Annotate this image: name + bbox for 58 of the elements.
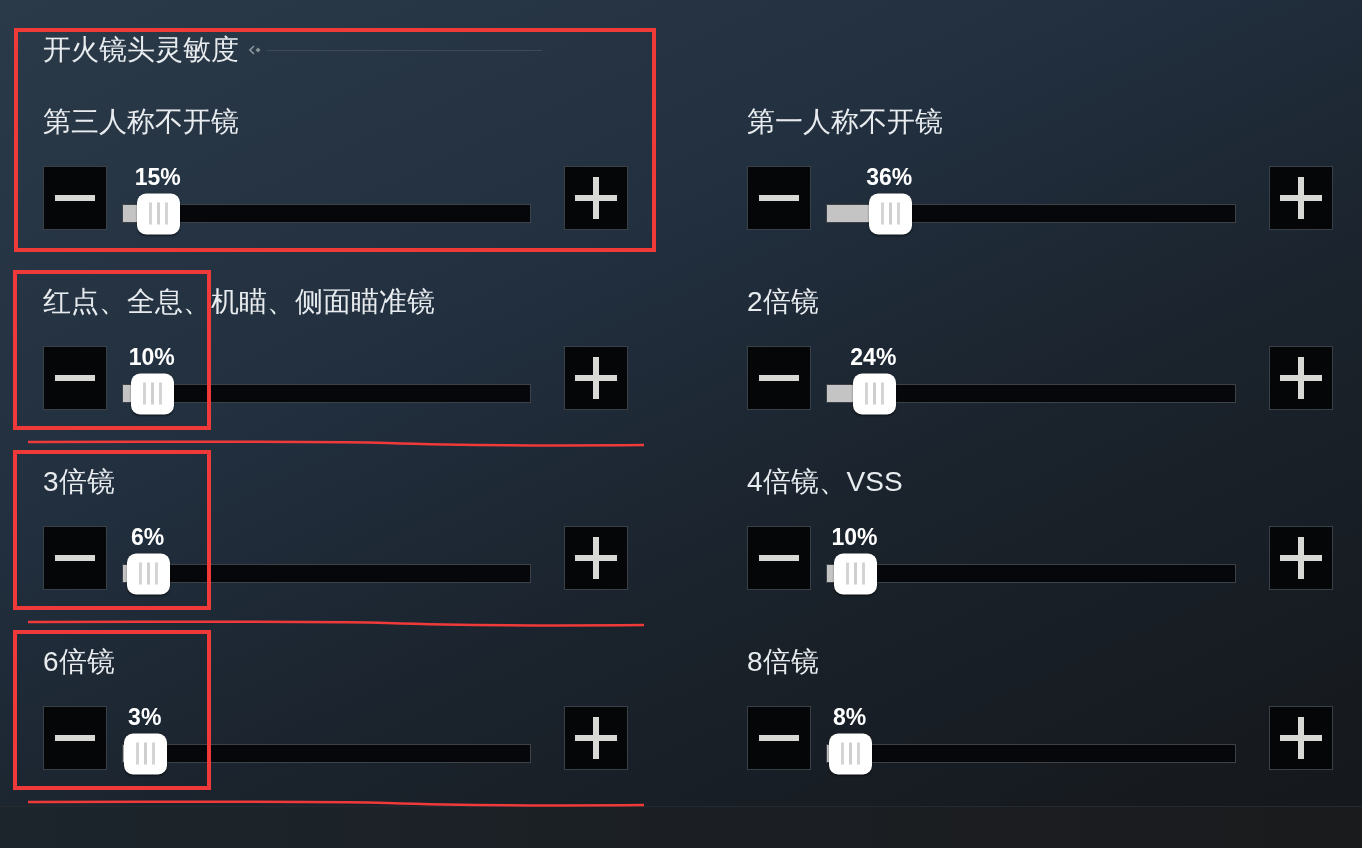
minus-icon	[55, 555, 95, 561]
slider-thumb[interactable]	[131, 373, 175, 414]
chevron-icon	[249, 45, 261, 55]
slider-value: 24%	[850, 344, 897, 370]
increase-button[interactable]	[564, 706, 628, 770]
slider-thumb[interactable]	[127, 553, 171, 594]
minus-icon	[55, 375, 95, 381]
decrease-button[interactable]	[43, 166, 107, 230]
increase-button[interactable]	[1269, 166, 1333, 230]
decrease-button[interactable]	[43, 526, 107, 590]
increase-button[interactable]	[564, 346, 628, 410]
decrease-button[interactable]	[747, 706, 811, 770]
section-title: 开火镜头灵敏度	[43, 33, 239, 67]
plus-icon	[575, 537, 617, 579]
plus-icon	[1280, 537, 1322, 579]
slider-value: 3%	[128, 704, 162, 730]
slider-label: 红点、全息、机瞄、侧面瞄准镜	[43, 285, 435, 319]
plus-icon	[1280, 717, 1322, 759]
increase-button[interactable]	[1269, 526, 1333, 590]
slider-label: 8倍镜	[747, 645, 819, 679]
increase-button[interactable]	[564, 526, 628, 590]
decrease-button[interactable]	[747, 526, 811, 590]
slider-label: 第三人称不开镜	[43, 105, 239, 139]
decrease-button[interactable]	[747, 346, 811, 410]
slider-label: 4倍镜、VSS	[747, 465, 903, 499]
slider-thumb[interactable]	[124, 733, 168, 774]
minus-icon	[759, 735, 799, 741]
decrease-button[interactable]	[43, 346, 107, 410]
slider-value: 10%	[128, 344, 175, 370]
slider-value: 15%	[134, 164, 181, 190]
slider-label: 2倍镜	[747, 285, 819, 319]
minus-icon	[55, 195, 95, 201]
slider-label: 第一人称不开镜	[747, 105, 943, 139]
slider-thumb[interactable]	[137, 193, 181, 234]
slider-thumb[interactable]	[833, 553, 877, 594]
slider-thumb[interactable]	[829, 733, 873, 774]
increase-button[interactable]	[1269, 706, 1333, 770]
minus-icon	[55, 735, 95, 741]
minus-icon	[759, 555, 799, 561]
decrease-button[interactable]	[747, 166, 811, 230]
increase-button[interactable]	[1269, 346, 1333, 410]
minus-icon	[759, 375, 799, 381]
slider-thumb[interactable]	[852, 373, 896, 414]
plus-icon	[575, 177, 617, 219]
slider-value: 10%	[831, 524, 878, 550]
slider-value: 6%	[130, 524, 165, 550]
slider-label: 6倍镜	[43, 645, 115, 679]
plus-icon	[575, 717, 617, 759]
plus-icon	[575, 357, 617, 399]
slider-value: 36%	[866, 164, 913, 190]
minus-icon	[759, 195, 799, 201]
slider-label: 3倍镜	[43, 465, 115, 499]
increase-button[interactable]	[564, 166, 628, 230]
plus-icon	[1280, 357, 1322, 399]
decrease-button[interactable]	[43, 706, 107, 770]
slider-thumb[interactable]	[868, 193, 912, 234]
plus-icon	[1280, 177, 1322, 219]
slider-value: 8%	[832, 704, 867, 730]
